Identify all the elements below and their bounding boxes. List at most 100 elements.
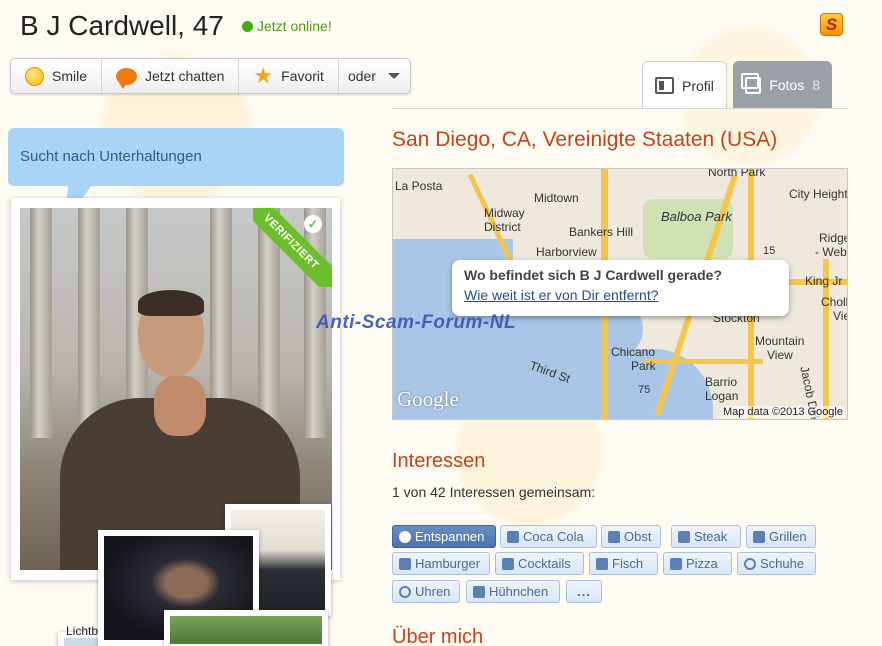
map-label: Midway	[484, 206, 525, 220]
map-label: View	[767, 348, 793, 362]
map-label: Mountain	[755, 334, 805, 348]
more-interests-label: ...	[577, 584, 591, 599]
online-status: Jetzt online!	[242, 18, 332, 34]
tab-fotos[interactable]: Fotos 8	[733, 61, 832, 109]
interest-icon	[399, 585, 411, 598]
map-label: Barrio	[705, 375, 738, 389]
interest-icon	[608, 530, 620, 543]
distance-link[interactable]: Wie weit ist er von Dir entfernt?	[464, 287, 777, 303]
online-status-label: Jetzt online!	[257, 18, 332, 34]
tab-profil[interactable]: Profil	[642, 61, 727, 109]
map-label: King Jr	[805, 274, 843, 288]
favorite-button[interactable]: ★ Favorit	[239, 59, 339, 93]
map-label: Ridge	[819, 231, 848, 245]
map-label: North Park	[708, 168, 766, 179]
verified-badge: VERIFIZIERT ✓	[253, 208, 332, 287]
photo-thumbnail[interactable]	[164, 610, 328, 646]
interest-tag[interactable]: Schuhe	[737, 552, 816, 575]
map-popup: Wo befindet sich B J Cardwell gerade? Wi…	[452, 260, 789, 316]
speech-bubble-text: Sucht nach Unterhaltungen	[20, 148, 202, 165]
tab-profil-label: Profil	[682, 77, 714, 94]
profile-icon	[655, 77, 674, 94]
interest-tag[interactable]: Pizza	[663, 552, 732, 575]
interest-tag[interactable]: Obst	[601, 525, 661, 548]
interest-tag-label: Pizza	[686, 556, 718, 571]
map-label: - Webs	[815, 245, 847, 259]
interest-tag[interactable]: Entspannen	[392, 525, 496, 548]
more-interests-button[interactable]: ...	[566, 580, 602, 603]
photo-column	[78, 208, 100, 438]
profile-name: B J Cardwell, 47	[20, 10, 224, 41]
interest-tag-label: Uhren	[415, 584, 451, 599]
interest-icon	[744, 557, 756, 570]
interest-tag-label: Schuhe	[760, 556, 805, 571]
interest-icon	[399, 557, 411, 570]
tab-fotos-label: Fotos	[769, 77, 805, 93]
map-label: Park	[631, 359, 656, 373]
interest-tag-label: Entspannen	[415, 529, 485, 544]
tab-fotos-count: 8	[812, 77, 820, 93]
interest-icon	[473, 585, 485, 598]
online-dot-icon	[242, 20, 253, 32]
interest-tag-label: Grillen	[769, 529, 807, 544]
interests-title: Interessen	[392, 450, 486, 472]
map-label: 75	[638, 384, 651, 396]
star-icon: ★	[253, 63, 274, 88]
interest-tag-label: Hamburger	[415, 556, 481, 571]
interest-tag[interactable]: Cocktails	[495, 552, 584, 575]
interest-tag-label: Coca Cola	[523, 529, 584, 544]
photos-icon	[740, 72, 762, 94]
interest-tag-label: Cocktails	[518, 556, 571, 571]
chat-button[interactable]: Jetzt chatten	[102, 59, 240, 93]
interest-tag-label: Fisch	[612, 556, 644, 571]
interest-tag[interactable]: Hamburger	[392, 552, 490, 575]
google-logo: Google	[397, 387, 459, 411]
action-bar: Smile Jetzt chatten ★ Favorit oder	[10, 58, 411, 94]
smile-button-label: Smile	[52, 68, 88, 84]
interest-tag[interactable]: Hühnchen	[466, 580, 560, 603]
map-label: Bankers Hill	[569, 225, 634, 239]
interest-tag[interactable]: Coca Cola	[500, 525, 597, 548]
photo-column	[30, 208, 52, 438]
interest-tag[interactable]: Fisch	[589, 552, 658, 575]
chevron-down-icon	[387, 73, 400, 79]
more-actions-dropdown[interactable]: oder	[339, 59, 410, 93]
interest-icon	[502, 557, 514, 570]
watermark: Anti-Scam-Forum-NL	[316, 312, 517, 333]
map-attribution: Map data ©2013 Google	[720, 406, 845, 418]
interest-tag[interactable]: Uhren	[392, 580, 460, 603]
map-label: City Height	[789, 187, 848, 201]
map-label: Logan	[705, 389, 739, 403]
map-label: Choll	[821, 295, 848, 309]
site-logo-icon[interactable]: S	[820, 13, 843, 36]
interest-tag[interactable]: Grillen	[746, 525, 816, 548]
more-actions-label: oder	[347, 68, 376, 84]
map-label: District	[484, 220, 521, 234]
map-popup-question: Wo befindet sich B J Cardwell gerade?	[464, 267, 723, 283]
smile-icon	[25, 66, 44, 86]
favorite-button-label: Favorit	[281, 68, 324, 84]
map-label: Midtown	[534, 191, 579, 205]
smile-button[interactable]: Smile	[11, 59, 103, 93]
photo-figure-hand	[154, 376, 206, 436]
interest-icon	[596, 557, 608, 570]
chat-button-label: Jetzt chatten	[145, 68, 225, 84]
map-label: Harborview	[536, 245, 597, 259]
interest-icon	[670, 557, 682, 570]
about-title: Über mich	[392, 626, 484, 646]
map-road	[643, 359, 763, 364]
location-title: San Diego, CA, Vereinigte Staaten (USA)	[392, 128, 778, 151]
interest-tag-label: Steak	[694, 529, 728, 544]
map-label: La Posta	[395, 179, 443, 193]
interest-tag-label: Hühnchen	[489, 584, 549, 599]
check-icon: ✓	[304, 215, 322, 233]
map-label: Vie	[833, 309, 847, 323]
speech-bubble: Sucht nach Unterhaltungen	[8, 128, 344, 186]
photo-figure-hair	[138, 290, 204, 316]
interest-icon	[507, 530, 519, 543]
map-label: Balboa Park	[661, 209, 732, 224]
interest-icon	[753, 530, 765, 543]
interest-tag[interactable]: Steak	[671, 525, 741, 548]
interest-tag-label: Obst	[624, 529, 652, 544]
chat-icon	[116, 67, 138, 89]
